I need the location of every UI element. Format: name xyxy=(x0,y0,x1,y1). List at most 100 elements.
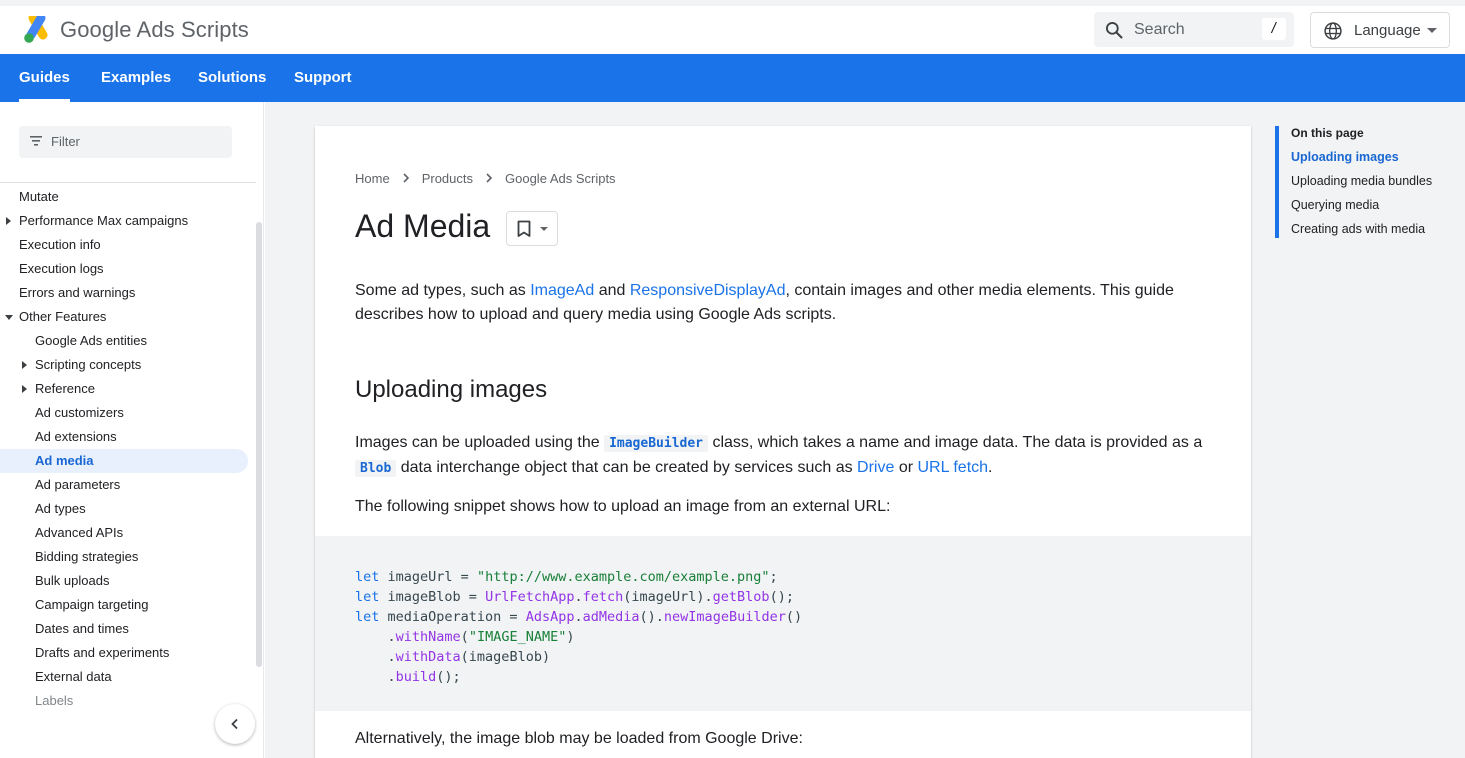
sidebar-item-google-ads-entities[interactable]: Google Ads entities xyxy=(0,329,256,353)
sidebar-item-label: Other Features xyxy=(19,309,107,324)
search-shortcut-key: / xyxy=(1262,18,1286,40)
code-token: AdsApp xyxy=(525,609,575,625)
text: class, which takes a name and image data… xyxy=(708,434,1203,451)
sidebar-item-ad-types[interactable]: Ad types xyxy=(0,497,256,521)
tab-support[interactable]: Support xyxy=(294,54,352,102)
url-fetch-link[interactable]: URL fetch xyxy=(918,459,989,476)
sidebar-item-execution-logs[interactable]: Execution logs xyxy=(0,257,256,281)
sidebar-item-other-features[interactable]: Other Features xyxy=(0,305,256,329)
code-token: . xyxy=(574,589,583,605)
sidebar-item-errors-warnings[interactable]: Errors and warnings xyxy=(0,281,256,305)
sidebar-item-bidding-strategies[interactable]: Bidding strategies xyxy=(0,545,256,569)
code-token: let xyxy=(355,589,380,605)
code-token: UrlFetchApp xyxy=(485,589,575,605)
code-token: adMedia xyxy=(582,609,640,625)
sidebar-item-label: Bidding strategies xyxy=(35,549,139,564)
toc-item-uploading-media-bundles[interactable]: Uploading media bundles xyxy=(1291,174,1432,188)
code-token: mediaOperation = xyxy=(379,609,526,625)
code-token: withData xyxy=(395,649,461,665)
sidebar-item-dates-times[interactable]: Dates and times xyxy=(0,617,256,641)
globe-icon xyxy=(1324,22,1342,40)
code-token: fetch xyxy=(582,589,624,605)
sidebar-item-label: Google Ads entities xyxy=(35,333,148,348)
sidebar-item-external-data[interactable]: External data xyxy=(0,665,256,689)
google-ads-icon xyxy=(24,16,48,43)
language-selector[interactable]: Language xyxy=(1310,12,1450,48)
imagead-link[interactable]: ImageAd xyxy=(530,282,594,299)
code-snippet[interactable]: let imageUrl = "http://www.example.com/e… xyxy=(315,536,1251,711)
sidebar-item-mutate[interactable]: Mutate xyxy=(0,185,256,209)
filter-icon xyxy=(30,136,42,146)
sidebar-item-execution-info[interactable]: Execution info xyxy=(0,233,256,257)
sidebar-item-label: Bulk uploads xyxy=(35,573,110,588)
code-token: withName xyxy=(395,629,461,645)
sidebar-item-label: Reference xyxy=(35,381,95,396)
toc-item-uploading-images[interactable]: Uploading images xyxy=(1291,150,1399,164)
tab-examples[interactable]: Examples xyxy=(101,54,171,102)
search-placeholder: Search xyxy=(1134,21,1185,38)
code-token: (); xyxy=(436,669,461,685)
code-token: imageUrl = xyxy=(379,569,477,585)
code-token: (). xyxy=(639,609,664,625)
intro-paragraph: Some ad types, such as ImageAd and Respo… xyxy=(355,279,1215,327)
sidebar-item-label: Ad types xyxy=(35,501,86,516)
code-token: getBlob xyxy=(712,589,770,605)
blob-code-link[interactable]: Blob xyxy=(355,460,397,477)
expand-arrow-icon[interactable] xyxy=(22,385,27,393)
sidebar-item-ad-customizers[interactable]: Ad customizers xyxy=(0,401,256,425)
chevron-down-icon xyxy=(1427,28,1437,33)
section-heading-uploading-images: Uploading images xyxy=(355,376,548,403)
code-token: ; xyxy=(769,569,778,585)
sidebar-item-bulk-uploads[interactable]: Bulk uploads xyxy=(0,569,256,593)
code-token: imageBlob = xyxy=(379,589,486,605)
toc-item-creating-ads-with-media[interactable]: Creating ads with media xyxy=(1291,222,1425,236)
sidebar-item-campaign-targeting[interactable]: Campaign targeting xyxy=(0,593,256,617)
snippet-intro-paragraph: The following snippet shows how to uploa… xyxy=(355,498,891,515)
code-token: . xyxy=(355,649,396,665)
sidebar-item-ad-parameters[interactable]: Ad parameters xyxy=(0,473,256,497)
sidebar-item-label: Ad media xyxy=(35,453,94,468)
sidebar-item-drafts-experiments[interactable]: Drafts and experiments xyxy=(0,641,256,665)
sidebar-item-label: Dates and times xyxy=(35,621,129,636)
breadcrumb-home[interactable]: Home xyxy=(355,171,390,186)
bookmark-button[interactable] xyxy=(506,211,558,246)
expand-arrow-icon[interactable] xyxy=(6,217,11,225)
code-token: ( xyxy=(460,629,469,645)
sidebar-nav-list: Mutate Performance Max campaigns Executi… xyxy=(0,185,256,713)
tab-solutions[interactable]: Solutions xyxy=(198,54,266,102)
code-token: "http://www.example.com/example.png" xyxy=(476,569,770,585)
collapse-arrow-icon[interactable] xyxy=(5,315,13,320)
drive-link[interactable]: Drive xyxy=(857,459,894,476)
drive-paragraph: Alternatively, the image blob may be loa… xyxy=(355,730,803,747)
sidebar-item-label: Execution info xyxy=(19,237,101,252)
text: Images can be uploaded using the xyxy=(355,434,605,451)
code-token: let xyxy=(355,609,380,625)
breadcrumb-products[interactable]: Products xyxy=(422,171,473,186)
google-ads-logo[interactable]: Google Ads Scripts xyxy=(22,16,249,44)
tab-guides[interactable]: Guides xyxy=(19,54,70,102)
filter-input[interactable]: Filter xyxy=(19,126,232,158)
sidebar-item-performance-max[interactable]: Performance Max campaigns xyxy=(0,209,256,233)
code-token: (); xyxy=(769,589,794,605)
left-sidebar: Filter Mutate Performance Max campaigns … xyxy=(0,102,264,758)
expand-arrow-icon[interactable] xyxy=(22,361,27,369)
sidebar-item-label: Ad extensions xyxy=(35,429,117,444)
chevron-right-icon xyxy=(486,173,493,183)
sidebar-scrollbar[interactable] xyxy=(256,222,262,667)
responsivedisplayad-link[interactable]: ResponsiveDisplayAd xyxy=(630,282,786,299)
sidebar-item-advanced-apis[interactable]: Advanced APIs xyxy=(0,521,256,545)
product-name: Google Ads Scripts xyxy=(60,17,249,42)
imagebuilder-code-link[interactable]: ImageBuilder xyxy=(604,435,708,452)
sidebar-item-ad-media[interactable]: Ad media xyxy=(0,449,248,473)
sidebar-item-scripting-concepts[interactable]: Scripting concepts xyxy=(0,353,256,377)
sidebar-item-labels[interactable]: Labels xyxy=(0,689,256,713)
page-title: Ad Media xyxy=(355,208,491,244)
collapse-sidebar-button[interactable] xyxy=(215,704,255,744)
bookmark-icon xyxy=(517,220,531,237)
search-box[interactable]: Search / xyxy=(1094,12,1294,47)
sidebar-item-reference[interactable]: Reference xyxy=(0,377,256,401)
breadcrumb-google-ads-scripts[interactable]: Google Ads Scripts xyxy=(505,171,616,186)
sidebar-item-ad-extensions[interactable]: Ad extensions xyxy=(0,425,256,449)
code-text: let imageUrl = "http://www.example.com/e… xyxy=(355,567,802,687)
toc-item-querying-media[interactable]: Querying media xyxy=(1291,198,1379,212)
